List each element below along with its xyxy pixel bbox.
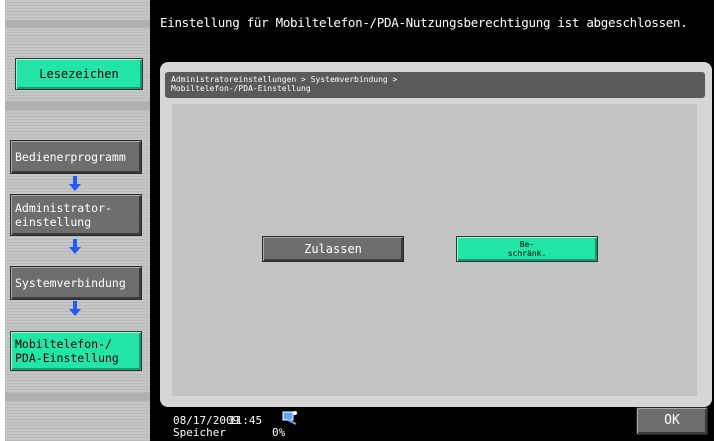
panel-band (5, 102, 150, 110)
status-message: Einstellung für Mobiltelefon-/PDA-Nutzun… (160, 15, 688, 30)
breadcrumb-text: Administratoreinstellungen > Systemverbi… (171, 75, 398, 93)
down-arrow-icon (68, 239, 82, 255)
network-status-icon (282, 409, 298, 425)
nav-step-systemverbindung[interactable]: Systemverbindung (10, 266, 142, 300)
main-content-area: Administratoreinstellungen > Systemverbi… (160, 62, 712, 407)
allow-button[interactable]: Zulassen (262, 236, 404, 262)
status-time: 11:45 (229, 414, 263, 427)
panel-band (5, 393, 150, 401)
status-bar: 08/17/2009 11:45 Speicher 0% (160, 405, 620, 441)
down-arrow-icon (68, 301, 82, 317)
ok-button[interactable]: OK (636, 407, 708, 435)
settings-panel: Zulassen Be- schränk. (172, 104, 697, 396)
nav-step-bedienerprogramm[interactable]: Bedienerprogramm (10, 140, 142, 174)
panel-band (5, 20, 150, 28)
breadcrumb: Administratoreinstellungen > Systemverbi… (165, 72, 705, 98)
bookmark-button[interactable]: Lesezeichen (15, 58, 143, 90)
nav-step-mobiltelefon-pda-einstellung[interactable]: Mobiltelefon-/ PDA-Einstellung (10, 331, 142, 371)
restrict-button[interactable]: Be- schränk. (456, 236, 598, 262)
memory-value: 0% (272, 426, 286, 439)
memory-label: Speicher (173, 426, 226, 439)
nav-step-administratoreinstellung[interactable]: Administrator- einstellung (10, 194, 142, 236)
down-arrow-icon (68, 176, 82, 192)
